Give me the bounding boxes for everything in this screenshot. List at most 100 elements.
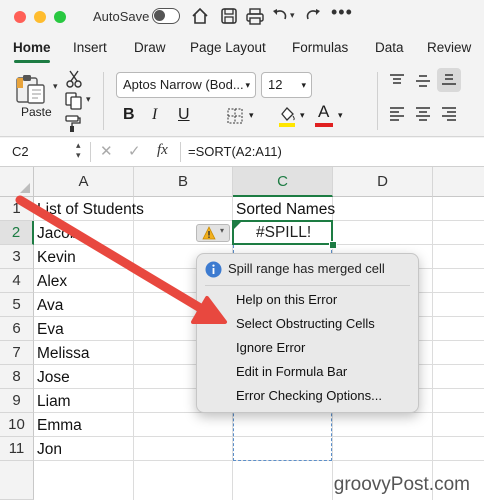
cell-c2[interactable]: #SPILL! [232, 220, 333, 245]
row-header-8[interactable]: 8 [0, 365, 34, 389]
ribbon: ▾ Paste ▾ Aptos Narrow (Bod... ▾ 12 ▾ B … [0, 64, 484, 137]
cell-a6[interactable]: Eva [37, 318, 64, 342]
name-box[interactable]: C2 ▴ ▾ [6, 140, 86, 163]
font-size-dropdown[interactable]: 12 ▾ [261, 72, 312, 98]
paste-label[interactable]: Paste [21, 105, 52, 119]
row-header-6[interactable]: 6 [0, 317, 34, 341]
zoom-window-button[interactable] [54, 11, 66, 23]
menu-item-ignore-error[interactable]: Ignore Error [236, 340, 305, 355]
autosave-toggle[interactable] [152, 8, 180, 24]
formula-input[interactable]: =SORT(A2:A11) [188, 144, 282, 159]
align-bottom-button[interactable] [437, 68, 461, 92]
spill-error-text: #SPILL! [256, 224, 312, 241]
tab-insert[interactable]: Insert [73, 40, 107, 55]
gridline [133, 197, 134, 500]
cell-a9[interactable]: Liam [37, 390, 71, 414]
column-header-d[interactable]: D [333, 167, 433, 197]
fill-handle[interactable] [329, 241, 337, 249]
tab-formulas[interactable]: Formulas [292, 40, 348, 55]
column-header-a[interactable]: A [34, 167, 134, 197]
row-header-12[interactable] [0, 461, 34, 500]
cell-a3[interactable]: Kevin [37, 246, 76, 270]
tab-data[interactable]: Data [375, 40, 404, 55]
save-icon[interactable] [219, 6, 239, 26]
align-bottom-icon [442, 74, 456, 85]
row-header-9[interactable]: 9 [0, 389, 34, 413]
menu-item-error-checking-options[interactable]: Error Checking Options... [236, 388, 382, 403]
borders-dropdown-icon[interactable]: ▾ [249, 110, 254, 121]
font-color-dropdown-icon[interactable]: ▾ [338, 110, 343, 121]
cell-a4[interactable]: Alex [37, 270, 67, 294]
redo-icon[interactable] [303, 6, 323, 26]
row-header-11[interactable]: 11 [0, 437, 34, 461]
ribbon-separator [377, 72, 378, 130]
row-header-1[interactable]: 1 [0, 197, 34, 221]
cell-reference: C2 [12, 144, 29, 159]
font-name-dropdown[interactable]: Aptos Narrow (Bod... ▾ [116, 72, 256, 98]
menu-item-help-on-error[interactable]: Help on this Error [236, 292, 337, 307]
chevron-down-icon: ▾ [220, 226, 225, 235]
bold-icon[interactable]: B [123, 106, 135, 124]
tab-home[interactable]: Home [13, 40, 51, 55]
paste-dropdown-icon[interactable]: ▾ [53, 81, 58, 92]
fill-color-dropdown-icon[interactable]: ▾ [300, 110, 305, 121]
menu-item-edit-in-formula-bar[interactable]: Edit in Formula Bar [236, 364, 347, 379]
cancel-formula-icon[interactable]: ✕ [100, 142, 113, 160]
fx-icon[interactable]: fx [157, 142, 168, 159]
chevron-down-icon: ▾ [245, 80, 250, 90]
italic-icon[interactable]: I [152, 106, 157, 124]
font-color-icon[interactable]: A [318, 102, 329, 122]
home-icon[interactable] [190, 6, 210, 26]
cell-a5[interactable]: Ava [37, 294, 63, 318]
row-header-3[interactable]: 3 [0, 245, 34, 269]
row-header-5[interactable]: 5 [0, 293, 34, 317]
formula-bar: C2 ▴ ▾ ✕ ✓ fx =SORT(A2:A11) [0, 138, 484, 167]
cell-a1[interactable]: List of Students [37, 198, 144, 222]
align-right-icon[interactable] [441, 107, 457, 121]
minimize-window-button[interactable] [34, 11, 46, 23]
name-box-stepper-icon[interactable]: ▴ ▾ [76, 140, 81, 160]
align-middle-icon[interactable] [415, 74, 431, 88]
column-header-c[interactable]: C [233, 167, 333, 197]
column-header-b[interactable]: B [134, 167, 233, 197]
ribbon-separator [103, 72, 104, 130]
align-top-icon[interactable] [389, 74, 405, 88]
menu-item-select-obstructing-cells[interactable]: Select Obstructing Cells [236, 316, 375, 331]
cell-a7[interactable]: Melissa [37, 342, 90, 366]
underline-icon[interactable]: U [178, 106, 190, 124]
tab-review[interactable]: Review [427, 40, 471, 55]
align-center-icon[interactable] [415, 107, 431, 121]
cell-a8[interactable]: Jose [37, 366, 70, 390]
undo-dropdown-icon[interactable]: ▾ [290, 10, 295, 21]
tab-page-layout[interactable]: Page Layout [190, 40, 266, 55]
copy-icon[interactable] [65, 92, 83, 110]
cell-a11[interactable]: Jon [37, 438, 62, 462]
cell-a10[interactable]: Emma [37, 414, 82, 438]
select-all-corner[interactable] [0, 167, 34, 197]
cell-a2[interactable]: Jacob [37, 222, 78, 246]
column-header-e[interactable] [433, 167, 484, 197]
more-icon[interactable]: ••• [331, 2, 353, 23]
row-header-2[interactable]: 2 [0, 221, 34, 245]
active-tab-indicator [14, 60, 50, 63]
watermark: groovyPost.com [333, 474, 470, 495]
cell-c1[interactable]: Sorted Names [236, 198, 335, 222]
row-header-7[interactable]: 7 [0, 341, 34, 365]
row-header-10[interactable]: 10 [0, 413, 34, 437]
format-painter-icon[interactable] [64, 114, 82, 132]
undo-icon[interactable] [270, 6, 290, 26]
cut-icon[interactable] [66, 70, 82, 88]
paste-icon[interactable] [14, 72, 48, 104]
error-options-button[interactable]: ▾ [196, 224, 230, 242]
row-header-4[interactable]: 4 [0, 269, 34, 293]
close-window-button[interactable] [14, 11, 26, 23]
print-icon[interactable] [245, 6, 265, 26]
confirm-formula-icon[interactable]: ✓ [128, 142, 141, 160]
info-icon [205, 261, 222, 278]
fill-color-icon[interactable] [278, 104, 296, 128]
borders-icon[interactable] [227, 108, 243, 124]
title-bar: AutoSave ▾ ••• [0, 0, 484, 34]
align-left-icon[interactable] [389, 107, 405, 121]
copy-dropdown-icon[interactable]: ▾ [86, 94, 91, 105]
tab-draw[interactable]: Draw [134, 40, 166, 55]
